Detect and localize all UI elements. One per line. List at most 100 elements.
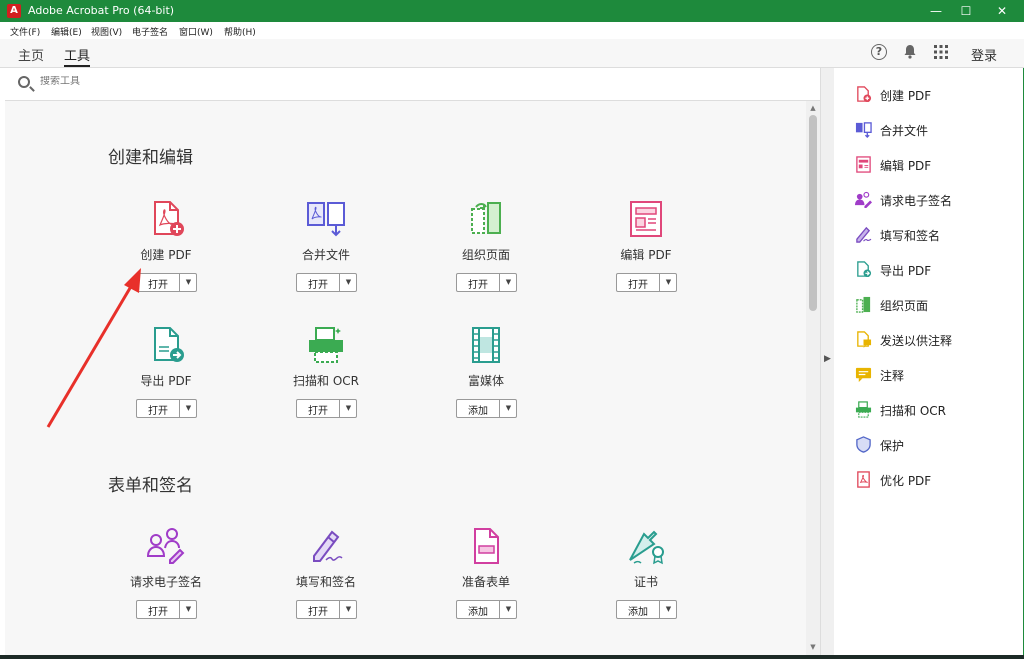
- chevron-down-icon[interactable]: ▼: [500, 275, 517, 290]
- tool-search-bar: [5, 68, 820, 101]
- request-signature-icon: [855, 191, 872, 208]
- tool-name: 填写和签名: [295, 575, 356, 589]
- chevron-down-icon[interactable]: ▼: [660, 602, 677, 617]
- combine-files-icon: [855, 122, 872, 138]
- tool-card-organize-pages[interactable]: 组织页面 打开 ▼: [416, 199, 556, 309]
- tool-name: 请求电子签名: [129, 575, 202, 589]
- tool-name: 组织页面: [461, 248, 510, 262]
- tool-card-request-signature[interactable]: 请求电子签名 打开 ▼: [96, 526, 236, 636]
- window-title: Adobe Acrobat Pro (64-bit): [28, 4, 175, 17]
- create-pdf-icon: [146, 199, 186, 239]
- organize-pages-icon: [466, 199, 506, 239]
- open-button[interactable]: 打开 ▼: [136, 273, 197, 292]
- acrobat-logo-icon: A: [7, 4, 21, 18]
- tab-tools[interactable]: 工具: [64, 45, 90, 64]
- chevron-down-icon[interactable]: ▼: [340, 401, 357, 416]
- search-tools-input[interactable]: [40, 76, 340, 87]
- title-bar: A Adobe Acrobat Pro (64-bit) — ☐ ✕: [0, 0, 1024, 22]
- menu-window[interactable]: 窗口(W): [179, 25, 213, 38]
- chevron-down-icon[interactable]: ▼: [340, 602, 357, 617]
- scan-ocr-icon: [855, 401, 872, 418]
- tab-home[interactable]: 主页: [18, 45, 44, 64]
- chevron-down-icon[interactable]: ▼: [180, 602, 197, 617]
- chevron-down-icon[interactable]: ▼: [500, 401, 517, 416]
- chevron-down-icon[interactable]: ▼: [340, 275, 357, 290]
- edit-pdf-icon: [626, 199, 666, 239]
- scan-ocr-icon: [306, 325, 346, 365]
- tool-card-certificates[interactable]: 证书 添加 ▼: [576, 526, 716, 636]
- open-button[interactable]: 打开 ▼: [136, 600, 197, 619]
- request-signature-icon: [146, 526, 186, 566]
- chevron-down-icon[interactable]: ▼: [180, 275, 197, 290]
- right-panel-toggle[interactable]: ▶: [820, 68, 834, 655]
- export-pdf-icon: [857, 261, 872, 278]
- tool-name: 扫描和 OCR: [293, 374, 359, 388]
- chevron-down-icon[interactable]: ▼: [660, 275, 677, 290]
- export-pdf-icon: [146, 325, 186, 365]
- organize-pages-icon: [856, 296, 871, 313]
- prepare-form-icon: [466, 526, 506, 566]
- tool-name: 准备表单: [461, 575, 510, 589]
- chevron-right-icon[interactable]: ▶: [824, 354, 831, 364]
- tool-name: 合并文件: [301, 248, 350, 262]
- active-tab-indicator: [64, 65, 90, 67]
- optimize-pdf-icon: [857, 471, 870, 488]
- rich-media-icon: [466, 325, 506, 365]
- section-title-create-edit: 创建和编辑: [108, 148, 193, 168]
- menu-bar: 文件(F) 编辑(E) 视图(V) 电子签名 窗口(W) 帮助(H): [0, 22, 1024, 39]
- notification-bell-icon[interactable]: [901, 44, 919, 62]
- open-button[interactable]: 打开 ▼: [296, 273, 357, 292]
- content-scrollbar[interactable]: ▲ ▼: [806, 101, 820, 655]
- combine-files-icon: [306, 199, 346, 239]
- search-icon: [18, 76, 30, 88]
- open-button[interactable]: 打开 ▼: [296, 399, 357, 418]
- tool-name: 导出 PDF: [140, 374, 192, 388]
- add-button[interactable]: 添加 ▼: [456, 399, 517, 418]
- send-comments-icon: [857, 331, 872, 348]
- login-link[interactable]: 登录: [971, 45, 997, 64]
- tool-card-export-pdf[interactable]: 导出 PDF 打开 ▼: [96, 325, 236, 435]
- acrobat-window: A Adobe Acrobat Pro (64-bit) — ☐ ✕ 文件(F)…: [0, 0, 1024, 655]
- apps-grid-icon[interactable]: [932, 44, 950, 62]
- scrollbar-thumb[interactable]: [809, 115, 817, 311]
- scroll-down-arrow-icon[interactable]: ▼: [809, 643, 817, 651]
- menu-view[interactable]: 视图(V): [91, 25, 122, 38]
- chevron-down-icon[interactable]: ▼: [180, 401, 197, 416]
- certificate-icon: [626, 526, 666, 566]
- tool-name: 创建 PDF: [140, 248, 192, 262]
- add-button[interactable]: 添加 ▼: [616, 600, 677, 619]
- edit-pdf-icon: [856, 156, 871, 173]
- chevron-down-icon[interactable]: ▼: [500, 602, 517, 617]
- tools-content: 创建和编辑 创建 PDF 打开 ▼ 合并文件 打开 ▼ 组织页面 打开 ▼ 编辑…: [5, 101, 806, 655]
- right-tools-panel: 创建 PDF 合并文件 编辑 PDF 请求电子签名 填写和签名 导出 PDF 组…: [835, 68, 1023, 655]
- create-pdf-icon: [857, 86, 872, 103]
- tool-card-edit-pdf[interactable]: 编辑 PDF 打开 ▼: [576, 199, 716, 309]
- tool-card-create-pdf[interactable]: 创建 PDF 打开 ▼: [96, 199, 236, 309]
- tool-card-combine-files[interactable]: 合并文件 打开 ▼: [256, 199, 396, 309]
- tool-card-scan-ocr[interactable]: 扫描和 OCR 打开 ▼: [256, 325, 396, 435]
- fill-sign-icon: [856, 226, 872, 243]
- tool-card-fill-sign[interactable]: 填写和签名 打开 ▼: [256, 526, 396, 636]
- tool-card-rich-media[interactable]: 富媒体 添加 ▼: [416, 325, 556, 435]
- scroll-up-arrow-icon[interactable]: ▲: [809, 104, 817, 112]
- open-button[interactable]: 打开 ▼: [616, 273, 677, 292]
- tool-name: 证书: [633, 575, 658, 589]
- tool-name: 编辑 PDF: [620, 248, 672, 262]
- open-button[interactable]: 打开 ▼: [136, 399, 197, 418]
- comment-icon: [855, 367, 872, 383]
- add-button[interactable]: 添加 ▼: [456, 600, 517, 619]
- open-button[interactable]: 打开 ▼: [296, 600, 357, 619]
- menu-edit[interactable]: 编辑(E): [51, 25, 82, 38]
- menu-file[interactable]: 文件(F): [10, 25, 40, 38]
- help-icon[interactable]: ?: [871, 44, 887, 60]
- protect-icon: [856, 436, 871, 453]
- tool-name: 富媒体: [467, 374, 504, 388]
- fill-sign-icon: [306, 526, 346, 566]
- top-tabs-bar: 主页 工具 ? 登录: [0, 39, 1024, 68]
- menu-help[interactable]: 帮助(H): [224, 25, 256, 38]
- tool-card-prepare-form[interactable]: 准备表单 添加 ▼: [416, 526, 556, 636]
- menu-esign[interactable]: 电子签名: [132, 25, 168, 38]
- section-title-forms-signatures: 表单和签名: [108, 476, 193, 496]
- close-button[interactable]: ✕: [980, 0, 1024, 22]
- open-button[interactable]: 打开 ▼: [456, 273, 517, 292]
